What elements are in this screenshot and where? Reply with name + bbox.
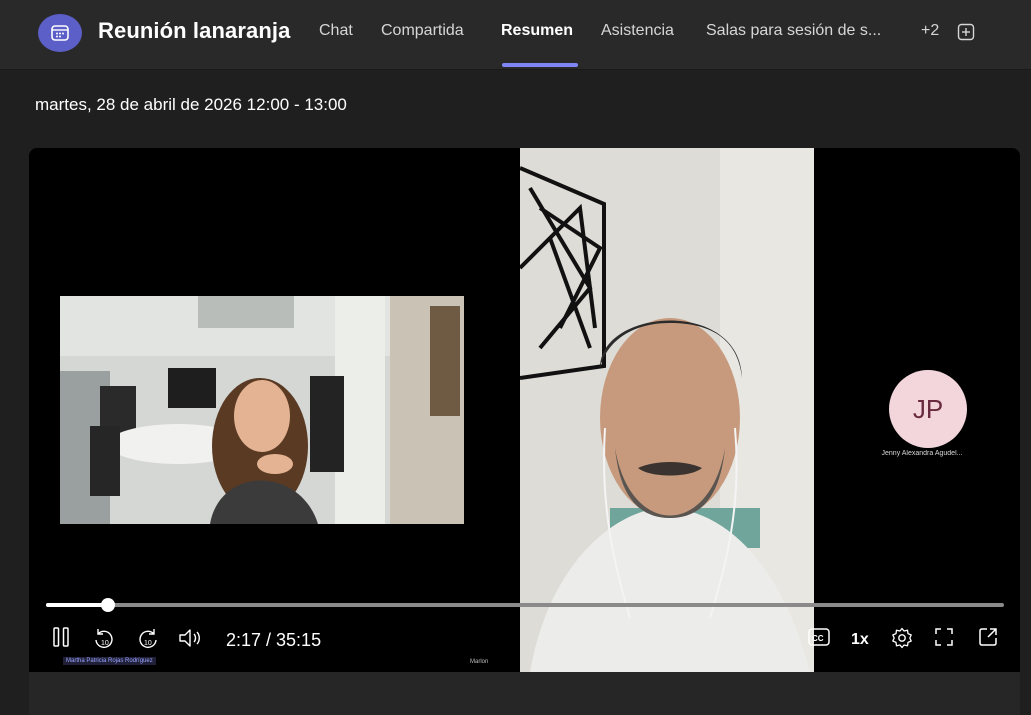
participant-name-2: Marlon [470,659,489,665]
meeting-header: Reunión lanaranja Chat Compartida Resume… [0,0,1031,70]
add-tab-icon[interactable] [957,23,975,46]
participant-video-2 [520,148,814,672]
more-tabs-button[interactable]: +2 [921,22,939,40]
playback-time: 2:17 / 35:15 [226,630,322,650]
player-footer [29,672,1020,715]
tab-asistencia[interactable]: Asistencia [601,22,674,40]
captions-icon[interactable]: CC [807,626,831,648]
meeting-title: Reunión lanaranja [98,18,291,43]
pause-icon[interactable] [50,626,72,648]
fullscreen-icon[interactable] [933,626,955,648]
settings-icon[interactable] [890,626,914,650]
svg-text:CC: CC [812,634,824,643]
seek-handle[interactable] [101,598,116,612]
meeting-datetime: martes, 28 de abril de 2026 12:00 - 13:0… [35,95,347,114]
tab-chat[interactable]: Chat [319,22,353,40]
forward-10-icon[interactable]: 10 [136,626,160,650]
participant-avatar: JP [889,370,967,448]
avatar-initials: JP [912,393,944,424]
svg-text:10: 10 [101,640,109,647]
participant-name-3: Jenny Alexandra Agudel... [881,450,963,457]
popout-icon[interactable] [977,626,999,648]
active-tab-indicator [502,63,578,67]
rewind-10-icon[interactable]: 10 [92,626,116,650]
calendar-icon [38,14,82,52]
volume-icon[interactable] [177,626,203,650]
tab-salas[interactable]: Salas para sesión de s... [706,22,881,40]
recording-player[interactable]: JP Jenny Alexandra Agudel... Martha Patr… [29,148,1020,672]
tab-resumen[interactable]: Resumen [501,22,573,40]
seek-bar-progress [46,603,109,607]
participant-name-1: Martha Patricia Rojas Rodríguez [63,657,156,665]
playback-speed-button[interactable]: 1x [851,631,869,649]
tab-compartida[interactable]: Compartida [381,22,464,40]
participant-video-1 [60,296,464,524]
seek-bar[interactable] [46,598,1004,612]
svg-text:10: 10 [144,640,152,647]
